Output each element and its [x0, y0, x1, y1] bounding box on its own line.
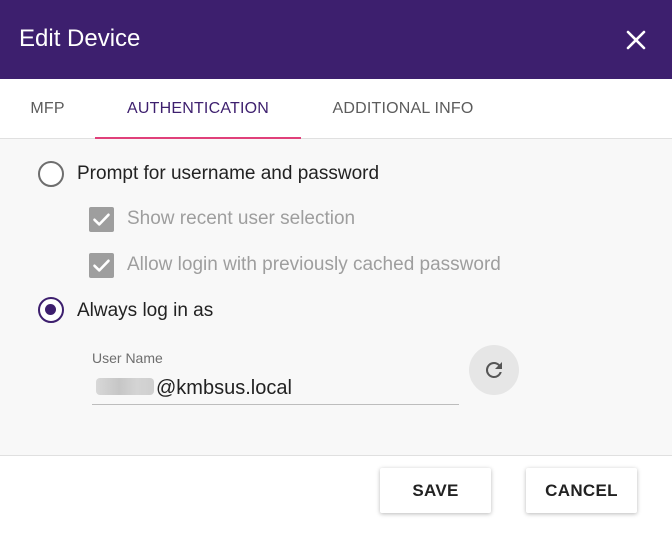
allow-cached-password-checkbox[interactable] [89, 253, 114, 278]
close-button[interactable] [616, 20, 656, 60]
always-log-in-radio[interactable] [38, 297, 64, 323]
dialog-footer: SAVE CANCEL [0, 455, 672, 533]
authentication-panel: Prompt for username and password Show re… [0, 139, 672, 455]
cancel-button[interactable]: CANCEL [526, 468, 637, 513]
tab-mfp[interactable]: MFP [0, 79, 95, 139]
username-domain-text: @kmbsus.local [156, 377, 292, 399]
refresh-icon [485, 361, 502, 378]
checkmark-icon [93, 259, 110, 272]
save-button[interactable]: SAVE [380, 468, 491, 513]
refresh-button[interactable] [469, 345, 519, 395]
username-field-label: User Name [92, 350, 163, 366]
allow-cached-password-label: Allow login with previously cached passw… [127, 254, 501, 275]
checkmark-icon [93, 213, 110, 226]
tab-authentication[interactable]: AUTHENTICATION [95, 79, 301, 140]
prompt-credentials-label[interactable]: Prompt for username and password [77, 162, 379, 186]
tab-bar: MFP AUTHENTICATION ADDITIONAL INFO [0, 79, 672, 140]
prompt-credentials-radio[interactable] [38, 161, 64, 187]
dialog-title: Edit Device [19, 25, 141, 52]
edit-device-dialog: Edit Device MFP AUTHENTICATION ADDITIONA… [0, 0, 672, 533]
tab-additional-info[interactable]: ADDITIONAL INFO [301, 79, 505, 139]
show-recent-user-label: Show recent user selection [127, 208, 356, 229]
close-icon [626, 30, 646, 50]
redacted-username-prefix [96, 378, 154, 395]
always-log-in-label[interactable]: Always log in as [77, 299, 213, 323]
show-recent-user-checkbox[interactable] [89, 207, 114, 232]
dialog-header: Edit Device [0, 0, 672, 79]
username-input[interactable]: @kmbsus.local [92, 372, 459, 405]
